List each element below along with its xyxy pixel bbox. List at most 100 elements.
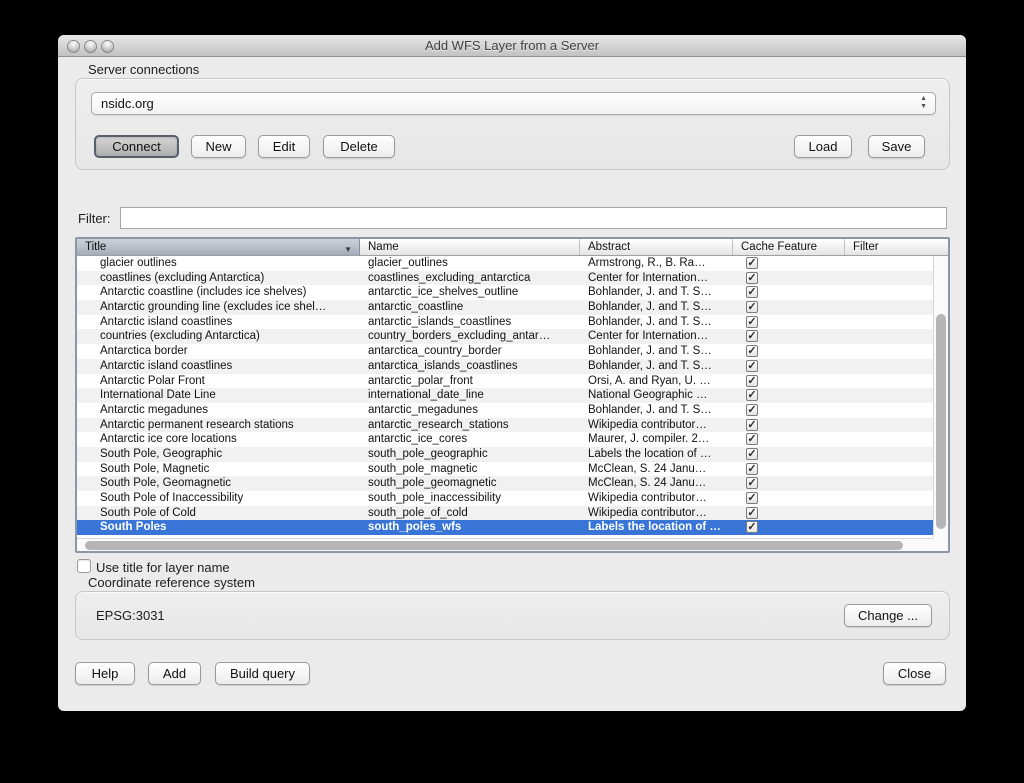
table-row[interactable]: South Pole, Magnetic south_pole_magnetic… (77, 461, 933, 477)
row-abstract: Bohlander, J. and T. S… (588, 345, 712, 358)
cache-feature-checkbox[interactable]: ✓ (746, 315, 758, 328)
save-button[interactable]: Save (868, 135, 925, 158)
table-row[interactable]: Antarctic megadunes antarctic_megadunes … (77, 402, 933, 418)
row-cache-cell: ✓ (733, 506, 845, 521)
table-row[interactable]: Antarctic grounding line (excludes ice s… (77, 300, 933, 315)
table-row[interactable]: South Pole of Cold south_pole_of_cold Wi… (77, 505, 933, 521)
filter-input[interactable] (120, 207, 947, 229)
cache-feature-checkbox[interactable]: ✓ (746, 286, 758, 299)
table-row[interactable]: South Pole, Geomagnetic south_pole_geoma… (77, 476, 933, 491)
cache-feature-checkbox[interactable]: ✓ (746, 433, 758, 446)
close-button[interactable]: Close (883, 662, 946, 685)
row-filter-cell (845, 432, 933, 447)
load-button[interactable]: Load (794, 135, 852, 158)
column-header-title[interactable]: Title ▼ (77, 239, 360, 255)
cache-feature-checkbox[interactable]: ✓ (746, 359, 758, 372)
table-row[interactable]: Antarctic coastline (includes ice shelve… (77, 285, 933, 301)
row-name: south_pole_of_cold (368, 506, 468, 519)
cache-feature-checkbox[interactable]: ✓ (746, 492, 758, 504)
build-query-button[interactable]: Build query (215, 662, 310, 685)
crs-value: EPSG:3031 (96, 608, 165, 623)
cache-feature-checkbox[interactable]: ✓ (746, 477, 758, 490)
cache-feature-checkbox[interactable]: ✓ (746, 389, 758, 402)
row-abstract: Center for Internation… (588, 271, 709, 284)
table-row[interactable]: Antarctic island coastlines antarctic_is… (77, 314, 933, 330)
row-abstract: McClean, S. 24 Janu… (588, 462, 707, 475)
column-header-abstract[interactable]: Abstract (580, 239, 733, 255)
column-header-filter[interactable]: Filter (845, 239, 948, 255)
cache-feature-checkbox[interactable]: ✓ (746, 271, 758, 284)
row-cache-cell: ✓ (733, 374, 845, 389)
cache-feature-checkbox[interactable]: ✓ (746, 403, 758, 416)
cache-feature-checkbox[interactable]: ✓ (746, 506, 758, 519)
table-row[interactable]: Antarctic Polar Front antarctic_polar_fr… (77, 373, 933, 389)
change-crs-button[interactable]: Change ... (844, 604, 932, 627)
column-header-name[interactable]: Name (360, 239, 580, 255)
cache-feature-checkbox[interactable]: ✓ (746, 330, 758, 343)
row-title: South Pole, Magnetic (100, 462, 210, 475)
cache-feature-checkbox[interactable]: ✓ (746, 447, 758, 460)
table-row[interactable]: glacier outlines glacier_outlines Armstr… (77, 256, 933, 271)
table-row[interactable]: Antarctic permanent research stations an… (77, 417, 933, 433)
vertical-scrollbar-thumb[interactable] (936, 314, 946, 529)
server-connection-value: nsidc.org (101, 96, 154, 111)
row-abstract: Wikipedia contributor… (588, 506, 707, 519)
horizontal-scrollbar[interactable] (77, 538, 933, 551)
cache-feature-checkbox[interactable]: ✓ (746, 418, 758, 431)
row-abstract: Wikipedia contributor… (588, 492, 707, 504)
row-cache-cell: ✓ (733, 462, 845, 477)
row-filter-cell (845, 506, 933, 521)
table-row[interactable]: Antarctic ice core locations antarctic_i… (77, 432, 933, 447)
table-row[interactable]: Antarctic island coastlines antarctica_i… (77, 358, 933, 374)
row-name: international_date_line (368, 389, 484, 402)
row-cache-cell: ✓ (733, 359, 845, 374)
table-row[interactable]: South Pole, Geographic south_pole_geogra… (77, 446, 933, 462)
column-header-cache-feature[interactable]: Cache Feature (733, 239, 845, 255)
horizontal-scrollbar-thumb[interactable] (85, 541, 903, 550)
row-name: glacier_outlines (368, 257, 448, 269)
row-name: country_borders_excluding_antar… (368, 330, 551, 343)
row-filter-cell (845, 447, 933, 462)
cache-feature-checkbox[interactable]: ✓ (746, 374, 758, 387)
row-filter-cell (845, 520, 933, 535)
cache-feature-checkbox[interactable]: ✓ (746, 257, 758, 269)
new-button[interactable]: New (191, 135, 246, 158)
row-cache-cell: ✓ (733, 418, 845, 433)
server-connection-select[interactable]: nsidc.org ▲ ▼ (91, 92, 936, 115)
row-title: International Date Line (100, 389, 216, 402)
row-title: countries (excluding Antarctica) (100, 330, 260, 343)
row-title: Antarctic island coastlines (100, 359, 233, 372)
row-filter-cell (845, 344, 933, 359)
cache-feature-checkbox[interactable]: ✓ (746, 345, 758, 358)
titlebar[interactable]: Add WFS Layer from a Server (58, 35, 966, 57)
row-title: Antarctic ice core locations (100, 433, 237, 446)
row-filter-cell (845, 329, 933, 344)
row-filter-cell (845, 359, 933, 374)
cache-feature-checkbox[interactable]: ✓ (746, 301, 758, 314)
cache-feature-checkbox[interactable]: ✓ (746, 521, 758, 534)
connect-button[interactable]: Connect (94, 135, 179, 158)
table-row[interactable]: South Poles south_poles_wfs Labels the l… (77, 520, 933, 536)
edit-button[interactable]: Edit (258, 135, 310, 158)
use-title-checkbox[interactable] (77, 559, 91, 573)
row-name: antarctic_research_stations (368, 418, 509, 431)
row-name: antarctic_polar_front (368, 374, 473, 387)
cache-feature-checkbox[interactable]: ✓ (746, 462, 758, 475)
table-row[interactable]: Antarctica border antarctica_country_bor… (77, 344, 933, 359)
row-title: South Pole, Geomagnetic (100, 477, 232, 490)
row-filter-cell (845, 403, 933, 418)
vertical-scrollbar[interactable] (933, 256, 948, 538)
row-title: South Pole, Geographic (100, 447, 223, 460)
help-button[interactable]: Help (75, 662, 135, 685)
add-button[interactable]: Add (148, 662, 201, 685)
row-filter-cell (845, 300, 933, 315)
delete-button[interactable]: Delete (323, 135, 395, 158)
row-cache-cell: ✓ (733, 403, 845, 418)
row-filter-cell (845, 271, 933, 286)
table-row[interactable]: coastlines (excluding Antarctica) coastl… (77, 270, 933, 286)
table-row[interactable]: South Pole of Inaccessibility south_pole… (77, 491, 933, 506)
row-title: Antarctic coastline (includes ice shelve… (100, 286, 307, 299)
table-row[interactable]: countries (excluding Antarctica) country… (77, 329, 933, 345)
table-row[interactable]: International Date Line international_da… (77, 388, 933, 403)
row-name: south_pole_geographic (368, 447, 488, 460)
